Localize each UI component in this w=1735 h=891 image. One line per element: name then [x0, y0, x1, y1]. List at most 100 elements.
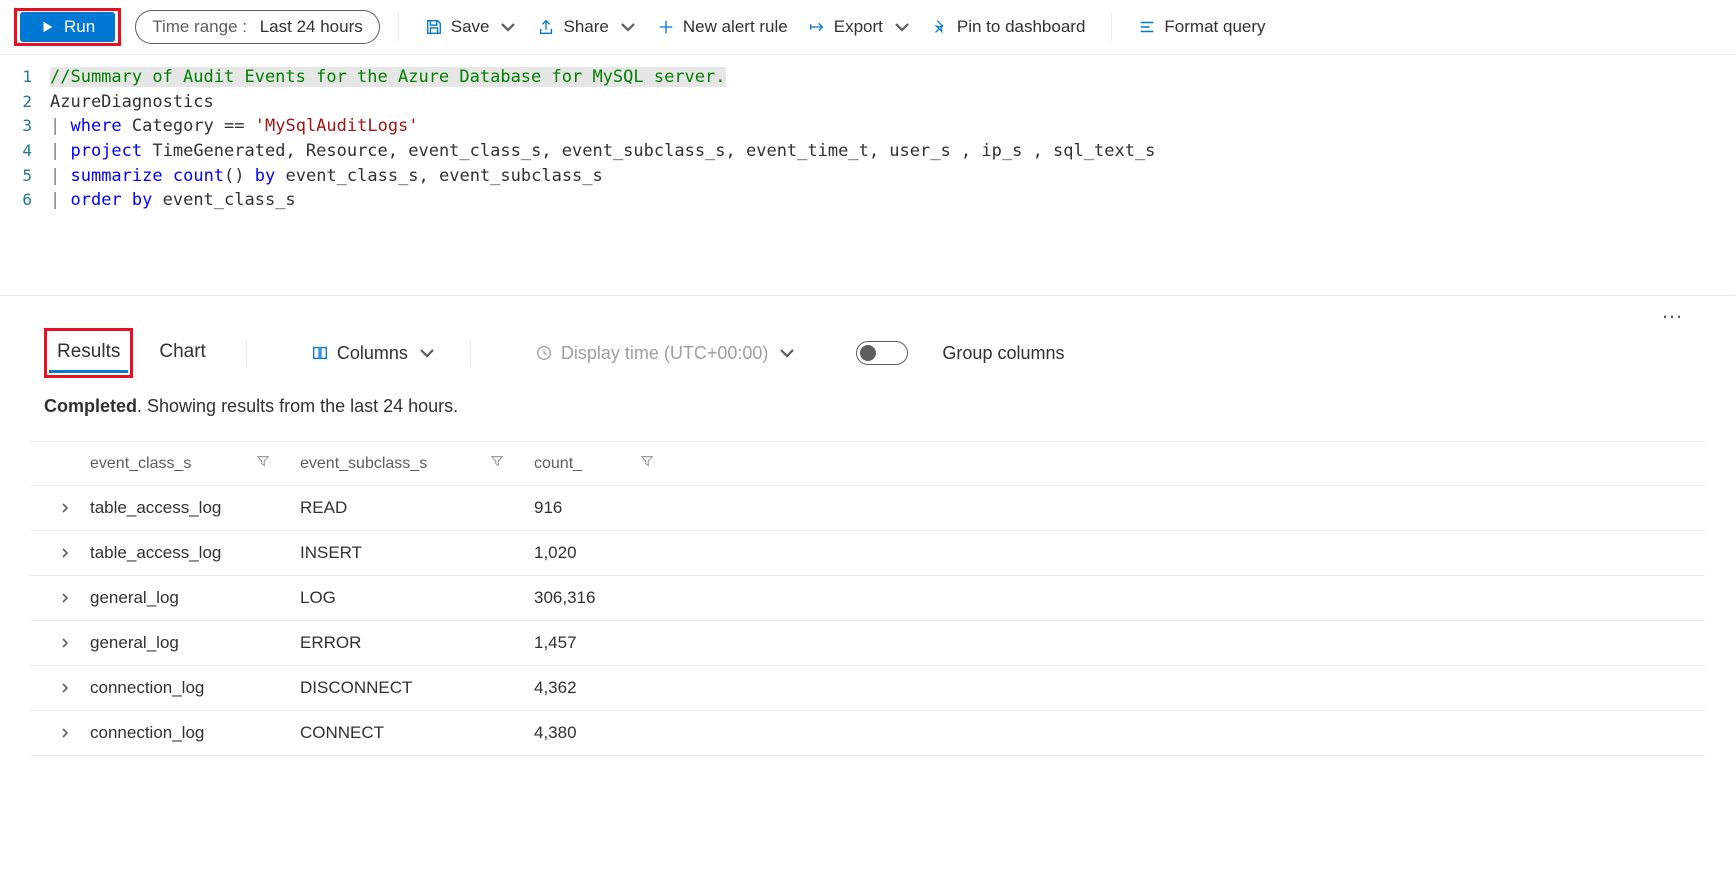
time-range-value: Last 24 hours: [260, 17, 363, 37]
share-button[interactable]: Share: [529, 11, 644, 43]
cell-count: 1,457: [534, 633, 684, 653]
chevron-down-icon: [778, 344, 796, 362]
filter-icon[interactable]: [640, 454, 654, 473]
status-detail: . Showing results from the last 24 hours…: [137, 396, 458, 416]
cell-event-subclass: DISCONNECT: [300, 678, 534, 698]
line-number: 1: [0, 65, 50, 90]
line-number: 4: [0, 139, 50, 164]
run-button-label: Run: [64, 17, 95, 37]
results-grid-body: table_access_logREAD916table_access_logI…: [30, 486, 1705, 756]
cell-event-subclass: LOG: [300, 588, 534, 608]
code-text[interactable]: | summarize count() by event_class_s, ev…: [50, 164, 603, 189]
group-columns-label: Group columns: [942, 343, 1064, 364]
code-line[interactable]: 5| summarize count() by event_class_s, e…: [0, 164, 1735, 189]
columns-icon: [311, 344, 329, 362]
format-icon: [1138, 18, 1156, 36]
share-icon: [537, 18, 555, 36]
tab-chart[interactable]: Chart: [153, 333, 211, 373]
cell-count: 4,380: [534, 723, 684, 743]
expand-row-icon[interactable]: [40, 548, 90, 558]
code-line[interactable]: 3| where Category == 'MySqlAuditLogs': [0, 114, 1735, 139]
code-line[interactable]: 2AzureDiagnostics: [0, 90, 1735, 115]
new-alert-button[interactable]: New alert rule: [649, 11, 796, 43]
status-completed: Completed: [44, 396, 137, 416]
format-query-button[interactable]: Format query: [1130, 11, 1273, 43]
column-header[interactable]: count_: [534, 455, 582, 473]
tab-separator: [246, 339, 247, 367]
time-range-label: Time range :: [152, 17, 247, 37]
cell-event-subclass: READ: [300, 498, 534, 518]
chevron-down-icon: [499, 18, 517, 36]
expand-row-icon[interactable]: [40, 728, 90, 738]
toolbar-separator: [398, 13, 399, 41]
save-button[interactable]: Save: [417, 11, 526, 43]
more-menu[interactable]: …: [30, 296, 1705, 324]
code-text[interactable]: | order by event_class_s: [50, 188, 296, 213]
results-pane: … Results Chart Columns Display time (UT…: [0, 295, 1735, 756]
cell-event-class: general_log: [90, 588, 300, 608]
table-row[interactable]: connection_logCONNECT4,380: [30, 711, 1705, 756]
cell-event-subclass: CONNECT: [300, 723, 534, 743]
group-columns-toggle[interactable]: [856, 341, 908, 365]
code-line[interactable]: 1//Summary of Audit Events for the Azure…: [0, 65, 1735, 90]
expand-row-icon[interactable]: [40, 503, 90, 513]
new-alert-label: New alert rule: [683, 17, 788, 37]
pin-label: Pin to dashboard: [957, 17, 1086, 37]
table-row[interactable]: general_logLOG306,316: [30, 576, 1705, 621]
results-status: Completed. Showing results from the last…: [30, 378, 1705, 442]
save-icon: [425, 18, 443, 36]
cell-event-class: table_access_log: [90, 543, 300, 563]
cell-event-subclass: INSERT: [300, 543, 534, 563]
column-header[interactable]: event_class_s: [90, 455, 191, 473]
run-button-highlight: Run: [14, 8, 121, 46]
filter-icon[interactable]: [256, 454, 270, 473]
results-tab-row: Results Chart Columns Display time (UTC+…: [30, 324, 1705, 378]
table-row[interactable]: general_logERROR1,457: [30, 621, 1705, 666]
code-text[interactable]: | project TimeGenerated, Resource, event…: [50, 139, 1155, 164]
code-text[interactable]: //Summary of Audit Events for the Azure …: [50, 65, 726, 90]
run-button[interactable]: Run: [20, 12, 115, 42]
expand-row-icon[interactable]: [40, 593, 90, 603]
code-text[interactable]: | where Category == 'MySqlAuditLogs': [50, 114, 419, 139]
cell-event-class: table_access_log: [90, 498, 300, 518]
pin-icon: [931, 18, 949, 36]
results-tab-highlight: Results: [44, 328, 133, 378]
line-number: 6: [0, 188, 50, 213]
cell-count: 306,316: [534, 588, 684, 608]
table-row[interactable]: table_access_logINSERT1,020: [30, 531, 1705, 576]
table-row[interactable]: table_access_logREAD916: [30, 486, 1705, 531]
pin-button[interactable]: Pin to dashboard: [923, 11, 1094, 43]
tab-results[interactable]: Results: [51, 333, 126, 373]
query-editor[interactable]: 1//Summary of Audit Events for the Azure…: [0, 55, 1735, 295]
cell-event-class: connection_log: [90, 678, 300, 698]
code-line[interactable]: 4| project TimeGenerated, Resource, even…: [0, 139, 1735, 164]
line-number: 2: [0, 90, 50, 115]
export-button[interactable]: Export: [800, 11, 919, 43]
expand-row-icon[interactable]: [40, 638, 90, 648]
filter-icon[interactable]: [490, 454, 504, 473]
cell-event-class: general_log: [90, 633, 300, 653]
toolbar-separator: [1111, 13, 1112, 41]
columns-button[interactable]: Columns: [311, 343, 436, 364]
clock-icon: [535, 344, 553, 362]
cell-event-class: connection_log: [90, 723, 300, 743]
results-grid-header: event_class_s event_subclass_s count_: [30, 442, 1705, 486]
time-range-picker[interactable]: Time range : Last 24 hours: [135, 10, 380, 44]
code-text[interactable]: AzureDiagnostics: [50, 90, 214, 115]
export-icon: [808, 18, 826, 36]
chevron-down-icon: [893, 18, 911, 36]
cell-count: 4,362: [534, 678, 684, 698]
expand-row-icon[interactable]: [40, 683, 90, 693]
query-toolbar: Run Time range : Last 24 hours Save Shar…: [0, 0, 1735, 55]
chevron-down-icon: [418, 344, 436, 362]
format-label: Format query: [1164, 17, 1265, 37]
table-row[interactable]: connection_logDISCONNECT4,362: [30, 666, 1705, 711]
code-line[interactable]: 6| order by event_class_s: [0, 188, 1735, 213]
cell-count: 1,020: [534, 543, 684, 563]
line-number: 3: [0, 114, 50, 139]
column-header[interactable]: event_subclass_s: [300, 455, 427, 473]
share-label: Share: [563, 17, 608, 37]
cell-event-subclass: ERROR: [300, 633, 534, 653]
display-time-label: Display time (UTC+00:00): [561, 343, 769, 364]
line-number: 5: [0, 164, 50, 189]
